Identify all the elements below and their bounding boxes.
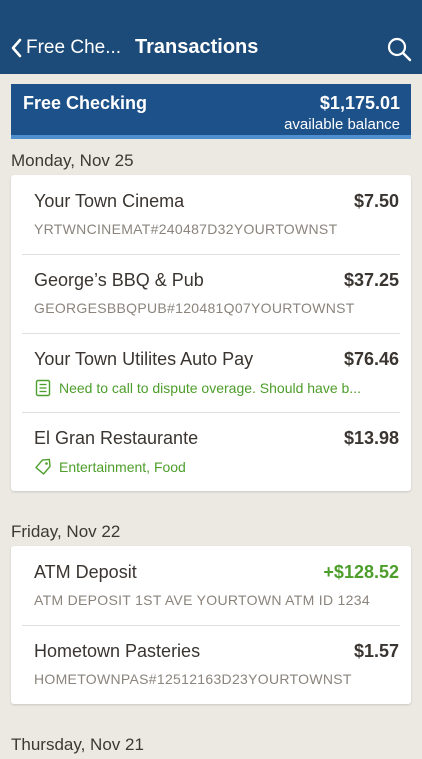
account-balance: $1,175.01	[319, 93, 400, 113]
transaction-list: ATM Deposit +$128.52 ATM DEPOSIT 1ST AVE…	[11, 546, 411, 704]
transaction-detail: HOMETOWNPAS#12512163D23YOURTOWNST	[34, 671, 352, 687]
transaction-detail: ATM DEPOSIT 1ST AVE YOURTOWN ATM ID 1234	[34, 592, 370, 608]
back-label: Free Che...	[26, 37, 122, 58]
transaction-row[interactable]: George’s BBQ & Pub $37.25 GEORGESBBQPUB#…	[11, 254, 411, 334]
transaction-name: Your Town Utilites Auto Pay	[34, 349, 254, 369]
transaction-name: ATM Deposit	[34, 562, 137, 582]
transaction-name: El Gran Restaurante	[34, 428, 199, 448]
transaction-tags: Entertainment, Food	[34, 458, 186, 476]
page-title: Transactions	[135, 36, 259, 58]
date-header: Friday, Nov 22	[11, 522, 121, 541]
date-header: Thursday, Nov 21	[11, 735, 144, 754]
date-section: Thursday, Nov 21	[11, 731, 411, 759]
transaction-row[interactable]: Your Town Utilites Auto Pay $76.46 Need …	[11, 333, 411, 413]
transaction-detail: GEORGESBBQPUB#120481Q07YOURTOWNST	[34, 300, 355, 316]
transaction-row[interactable]: ATM Deposit +$128.52 ATM DEPOSIT 1ST AVE…	[11, 546, 411, 626]
transaction-amount: $76.46	[343, 349, 399, 369]
transaction-row[interactable]: Hometown Pasteries $1.57 HOMETOWNPAS#125…	[11, 625, 411, 704]
search-icon[interactable]	[386, 36, 412, 62]
note-text: Need to call to dispute overage. Should …	[59, 380, 361, 396]
note-icon	[35, 379, 51, 397]
transaction-row[interactable]: Your Town Cinema $7.50 YRTWNCINEMAT#2404…	[11, 175, 411, 255]
chevron-left-icon	[11, 38, 22, 58]
account-name: Free Checking	[23, 93, 148, 113]
tag-icon	[35, 458, 51, 475]
transaction-row[interactable]: El Gran Restaurante $13.98 Entertainment…	[11, 412, 411, 491]
date-section: Friday, Nov 22 ATM Deposit +$128.52 ATM …	[11, 518, 411, 704]
back-button[interactable]: Free Che...	[8, 36, 121, 60]
date-section: Monday, Nov 25 Your Town Cinema $7.50 YR…	[11, 147, 411, 491]
transaction-detail: YRTWNCINEMAT#240487D32YOURTOWNST	[34, 221, 338, 237]
date-header: Monday, Nov 25	[11, 151, 134, 170]
navigation-bar: Free Che... Transactions	[0, 0, 422, 74]
transaction-name: Hometown Pasteries	[34, 641, 201, 661]
tags-text: Entertainment, Food	[59, 459, 186, 475]
transaction-name: Your Town Cinema	[34, 191, 185, 211]
balance-label: available balance	[284, 116, 400, 133]
transaction-amount: $7.50	[353, 191, 399, 211]
transaction-amount: +$128.52	[323, 562, 399, 582]
transaction-amount: $37.25	[343, 270, 399, 290]
transaction-name: George’s BBQ & Pub	[34, 270, 204, 290]
transaction-list: Your Town Cinema $7.50 YRTWNCINEMAT#2404…	[11, 175, 411, 491]
transaction-note: Need to call to dispute overage. Should …	[34, 379, 361, 397]
transaction-amount: $1.57	[353, 641, 399, 661]
transaction-amount: $13.98	[343, 428, 399, 448]
account-summary[interactable]: Free Checking $1,175.01 available balanc…	[11, 84, 411, 139]
